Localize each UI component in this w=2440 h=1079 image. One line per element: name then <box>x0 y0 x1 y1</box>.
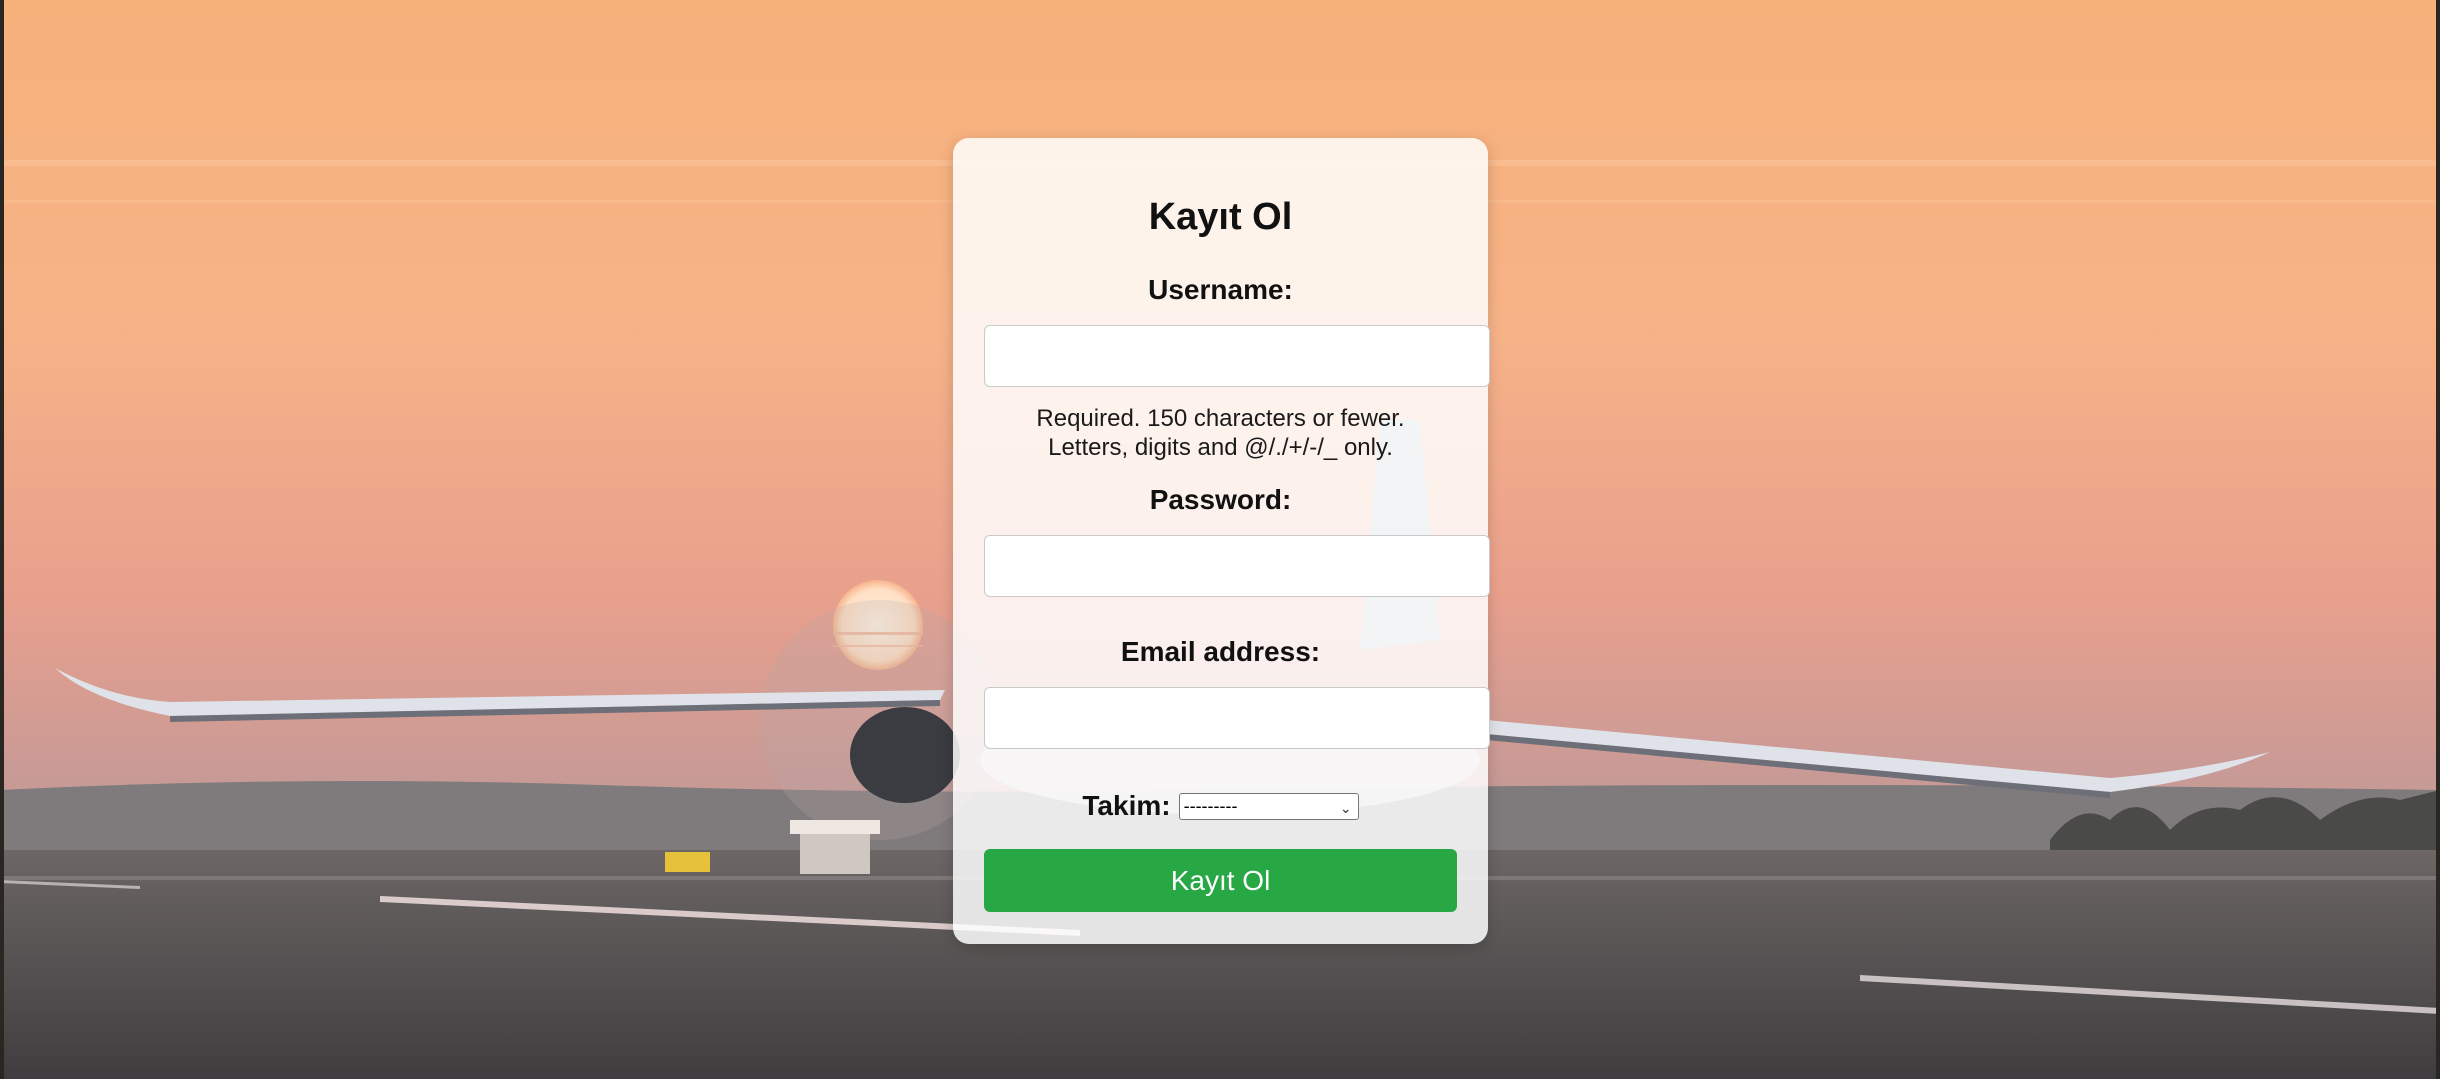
email-input[interactable] <box>984 687 1490 749</box>
username-label: Username: <box>1148 274 1293 305</box>
username-help-line-1: Required. 150 characters or fewer. <box>1036 405 1405 432</box>
password-label: Password: <box>1149 484 1292 515</box>
email-label: Email address: <box>1120 636 1321 667</box>
form-title: Kayıt Ol <box>1148 196 1293 238</box>
register-form-card: Kayıt Ol Username: Required. 150 charact… <box>953 138 1490 944</box>
takim-selected-value: --------- <box>1183 795 1238 816</box>
chevron-down-icon: ⌄ <box>1339 799 1352 816</box>
username-help-line-2: Letters, digits and @/./+/-/_ only. <box>1048 434 1393 461</box>
register-submit-button[interactable]: Kayıt Ol <box>984 849 1457 912</box>
takim-row: Takim: --------- ⌄ <box>953 790 1488 822</box>
takim-label: Takim: <box>1082 790 1171 821</box>
takim-select[interactable]: --------- ⌄ <box>1178 792 1359 820</box>
username-help-text: Required. 150 characters or fewer. Lette… <box>953 404 1488 462</box>
username-input[interactable] <box>984 325 1490 387</box>
password-input[interactable] <box>984 535 1490 597</box>
